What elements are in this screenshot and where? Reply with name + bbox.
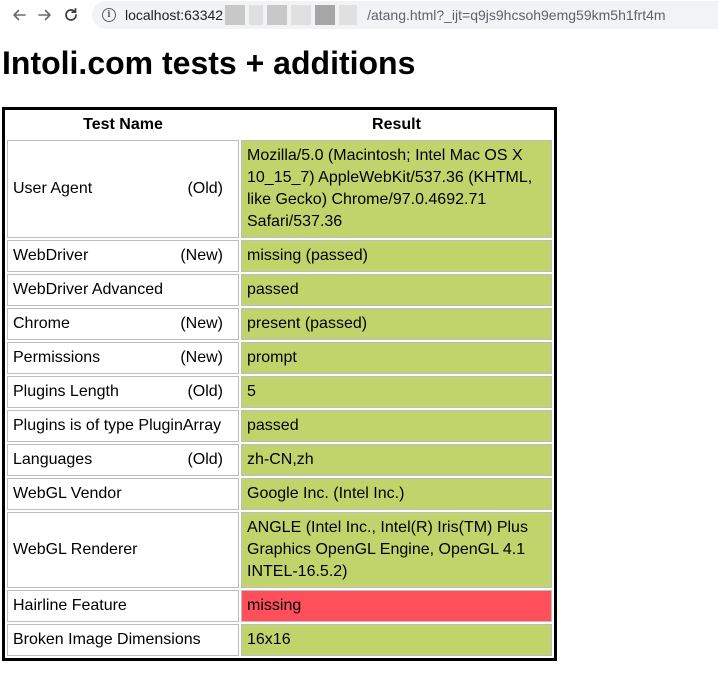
- table-row: Permissions (New) prompt: [7, 342, 552, 374]
- url-redaction: [315, 5, 336, 25]
- test-name: WebDriver: [13, 247, 89, 264]
- table-row: WebDriver Advanced passed: [7, 274, 552, 306]
- test-name: Plugins is of type PluginArray: [13, 417, 222, 434]
- table-row: User Agent (Old) Mozilla/5.0 (Macintosh; I…: [7, 140, 552, 238]
- test-name-wrap: Hairline Feature: [13, 595, 233, 617]
- test-result-cell: present (passed): [241, 308, 552, 340]
- arrow-right-icon: [38, 9, 51, 21]
- url-redaction: [291, 5, 312, 25]
- test-name-cell: Hairline Feature: [7, 590, 239, 622]
- test-name-cell: WebDriver (New): [7, 240, 239, 272]
- table-row: WebGL Renderer ANGLE (Intel Inc., Intel(R…: [7, 512, 552, 588]
- test-name: Broken Image Dimensions: [13, 631, 201, 648]
- reload-icon: [65, 7, 77, 21]
- test-name-wrap: Plugins is of type PluginArray: [13, 415, 233, 437]
- test-result-cell: Mozilla/5.0 (Macintosh; Intel Mac OS X 1…: [241, 140, 552, 238]
- test-name-cell: Broken Image Dimensions: [7, 624, 239, 656]
- test-result-cell: 5: [241, 376, 552, 408]
- test-result-cell: passed: [241, 410, 552, 442]
- test-version-tag: (New): [180, 247, 223, 264]
- test-name-wrap: Broken Image Dimensions: [13, 629, 233, 651]
- test-version-tag: (New): [180, 349, 223, 366]
- test-name: WebGL Vendor: [13, 485, 122, 502]
- test-name: WebGL Renderer: [13, 541, 138, 558]
- table-header-row: Test Name Result: [7, 112, 552, 138]
- test-result-cell: passed: [241, 274, 552, 306]
- url-path: /atang.html?_ijt=q9js9hcsoh9emg59km5h1fr…: [367, 7, 666, 23]
- test-result-cell: Google Inc. (Intel Inc.): [241, 478, 552, 510]
- test-name-cell: WebDriver Advanced: [7, 274, 239, 306]
- results-table: Test Name Result User Agent (Old) Mozilla/…: [2, 107, 557, 661]
- results-table-body: User Agent (Old) Mozilla/5.0 (Macintosh; I…: [7, 140, 552, 656]
- test-name: Hairline Feature: [13, 597, 127, 614]
- url-redaction: [249, 5, 264, 25]
- table-row: WebGL Vendor Google Inc. (Intel Inc.): [7, 478, 552, 510]
- table-row: WebDriver (New) missing (passed): [7, 240, 552, 272]
- url-redaction: [339, 5, 358, 25]
- test-name: WebDriver Advanced: [13, 281, 163, 298]
- test-name: User Agent: [13, 180, 93, 197]
- test-version-tag: (Old): [187, 180, 223, 197]
- column-header-test-name: Test Name: [83, 116, 163, 133]
- test-name: Permissions: [13, 349, 101, 366]
- test-name: Languages: [13, 451, 93, 468]
- arrow-left-icon: [13, 9, 26, 21]
- test-name: Chrome: [13, 315, 70, 332]
- test-name-wrap: User Agent (Old): [13, 178, 233, 200]
- test-name-cell: WebGL Renderer: [7, 512, 239, 588]
- test-name-cell: Chrome (New): [7, 308, 239, 340]
- url-redaction: [225, 5, 246, 25]
- test-name-cell: Plugins Length (Old): [7, 376, 239, 408]
- table-row: Plugins is of type PluginArray passed: [7, 410, 552, 442]
- test-name-wrap: Plugins Length (Old): [13, 381, 233, 403]
- test-name-cell: Languages (Old): [7, 444, 239, 476]
- table-row: Hairline Feature missing: [7, 590, 552, 622]
- test-name-wrap: WebDriver Advanced: [13, 279, 233, 301]
- test-name-wrap: Permissions (New): [13, 347, 233, 369]
- address-bar[interactable]: i localhost:63342 /atang.html?_ijt=q9js9…: [92, 1, 718, 29]
- test-name-wrap: WebGL Renderer: [13, 539, 233, 561]
- test-name-wrap: WebGL Vendor: [13, 483, 233, 505]
- back-button[interactable]: [6, 2, 32, 28]
- test-result-cell: prompt: [241, 342, 552, 374]
- page-title: Intoli.com tests + additions: [2, 45, 416, 81]
- test-version-tag: (New): [180, 315, 223, 332]
- table-row: Languages (Old) zh-CN,zh: [7, 444, 552, 476]
- table-row: Plugins Length (Old) 5: [7, 376, 552, 408]
- test-name-wrap: Languages (Old): [13, 449, 233, 471]
- forward-button[interactable]: [32, 2, 58, 28]
- table-row: Broken Image Dimensions 16x16: [7, 624, 552, 656]
- test-name-cell: Permissions (New): [7, 342, 239, 374]
- test-result-cell: missing (passed): [241, 240, 552, 272]
- test-result-cell: zh-CN,zh: [241, 444, 552, 476]
- test-name-cell: User Agent (Old): [7, 140, 239, 238]
- site-info-icon[interactable]: i: [102, 8, 116, 22]
- test-result-cell: ANGLE (Intel Inc., Intel(R) Iris(TM) Plu…: [241, 512, 552, 588]
- reload-button[interactable]: [58, 2, 84, 28]
- browser-toolbar: i localhost:63342 /atang.html?_ijt=q9js9…: [0, 0, 718, 30]
- test-result-cell: 16x16: [241, 624, 552, 656]
- test-result-cell: missing: [241, 590, 552, 622]
- test-name-cell: WebGL Vendor: [7, 478, 239, 510]
- test-name: Plugins Length: [13, 383, 119, 400]
- url-redaction: [267, 5, 288, 25]
- test-version-tag: (Old): [187, 451, 223, 468]
- test-name-wrap: WebDriver (New): [13, 245, 233, 267]
- test-version-tag: (Old): [187, 383, 223, 400]
- url-host: localhost:63342: [125, 7, 224, 23]
- test-name-cell: Plugins is of type PluginArray: [7, 410, 239, 442]
- column-header-result: Result: [372, 116, 421, 133]
- table-row: Chrome (New) present (passed): [7, 308, 552, 340]
- test-name-wrap: Chrome (New): [13, 313, 233, 335]
